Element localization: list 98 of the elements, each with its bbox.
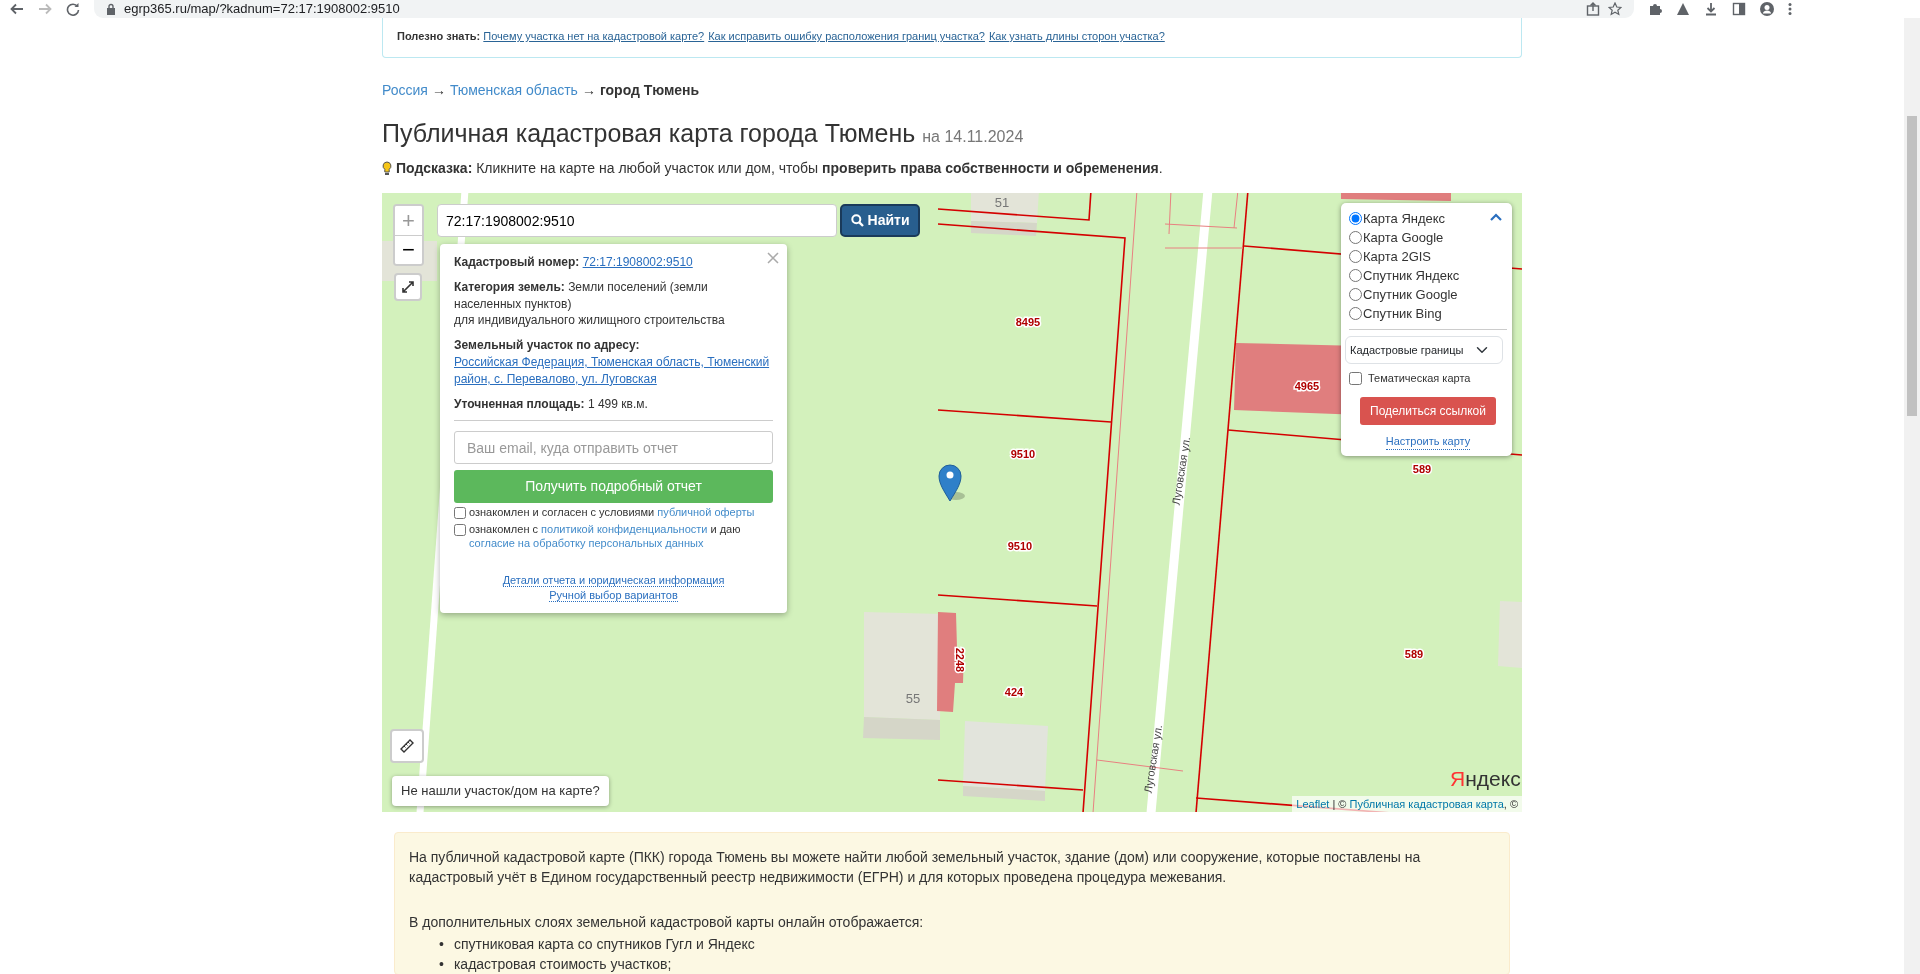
bullet-marker: • (439, 954, 444, 974)
menu-icon[interactable] (1788, 2, 1792, 16)
agreement-checkbox[interactable] (454, 524, 466, 537)
map-pin-icon[interactable] (938, 463, 966, 502)
breadcrumb-link[interactable]: Тюменская область (449, 81, 578, 98)
search-icon (850, 214, 864, 227)
star-icon[interactable] (1608, 2, 1622, 16)
plot-number-label: 589 (1412, 462, 1432, 475)
attribution-text: Leaflet | © Публичная кадастровая карта, © (1292, 795, 1522, 812)
not-found-button[interactable]: Не нашли участок/дом на карте? (392, 776, 609, 806)
breadcrumb-separator: → (581, 81, 596, 98)
download-icon[interactable] (1704, 2, 1718, 16)
breadcrumb-current: город Тюмень (599, 81, 700, 98)
street-name-label: Луговская ул. (1141, 723, 1165, 794)
layer-radio[interactable] (1349, 250, 1362, 263)
help-link[interactable]: Как исправить ошибку расположения границ участка? (708, 30, 985, 42)
page-date: на 14.11.2024 (922, 127, 1024, 145)
scrollbar[interactable] (1904, 18, 1920, 974)
house-number-label: 55 (905, 691, 921, 707)
breadcrumb-link[interactable]: Россия (382, 81, 428, 98)
attribution-link[interactable]: Публичная кадастровая карта (1349, 797, 1504, 810)
agreement-link[interactable]: публичной оферты (657, 506, 755, 519)
zoom-out-button[interactable]: − (395, 235, 422, 264)
address-bar[interactable]: egrp365.ru/map/?kadnum=72:17:1908002:9510 (94, 0, 1634, 18)
plot-number-label: 2248 (954, 647, 967, 673)
agreement-link[interactable]: политикой конфиденциальности (541, 523, 708, 536)
layer-option[interactable]: Карта 2GIS (1349, 247, 1507, 266)
plot-number-label: 9510 (1007, 539, 1033, 552)
layer-radio[interactable] (1349, 307, 1362, 320)
info-paragraph: В дополнительных слоях земельной кадастровой карты онлайн отображается: (409, 912, 925, 932)
building-shape (971, 193, 1039, 223)
overlay-select[interactable]: Кадастровые границы (1345, 336, 1503, 364)
info-list-item: спутниковая карта со спутников Гугл и Яндекс (453, 934, 755, 954)
hint-text: Подсказка: Кликните на карте на любой участок или дом, чтобы проверить права собственности и обременения. (396, 159, 1163, 178)
field-label: Кадастровый номер: (454, 255, 580, 269)
thematic-checkbox[interactable] (1349, 371, 1362, 385)
expand-arrows-icon (402, 281, 414, 293)
plot-number-label: 589 (1404, 647, 1424, 660)
help-link[interactable]: Почему участка нет на кадастровой карте? (483, 30, 705, 42)
field-link[interactable]: 72:17:1908002:9510 (582, 255, 693, 269)
house-number-label: 51 (994, 195, 1010, 211)
breadcrumb-separator: → (431, 81, 446, 98)
plot-number-label: 424 (1004, 685, 1024, 698)
fullscreen-button[interactable] (394, 273, 422, 301)
ruler-button[interactable] (390, 729, 424, 763)
field-link[interactable]: Российская Федерация, Тюменская область, Тюменский район, с. Перевалово, ул. Луговская (454, 354, 773, 388)
notice-label: Полезно знать: (397, 30, 481, 42)
url-text: egrp365.ru/map/?kadnum=72:17:1908002:9510 (124, 0, 400, 19)
search-field[interactable]: 72:17:1908002:9510 (437, 204, 837, 237)
details-link[interactable]: Ручной выбор вариантов (549, 589, 678, 602)
email-field[interactable]: Ваш email, куда отправить отчет (454, 431, 773, 465)
layer-option[interactable]: Спутник Google (1349, 285, 1507, 304)
field-text: Уточненная площадь: 1 499 кв.м. (454, 395, 649, 413)
reload-icon[interactable] (66, 2, 80, 16)
share-button[interactable]: Поделиться ссылкой (1360, 396, 1496, 425)
attribution-link[interactable]: Leaflet (1296, 797, 1330, 810)
street-name-label: Луговская ул. (1169, 435, 1193, 506)
lock-icon (106, 3, 116, 15)
plot-number-label: 4965 (1294, 379, 1320, 392)
agreement-text: ознакомлен и согласен с условиями публичной оферты (469, 506, 755, 521)
layer-radio[interactable] (1349, 288, 1362, 301)
page-title: Публичная кадастровая карта города Тюмень (382, 118, 916, 147)
share-icon[interactable] (1586, 2, 1600, 16)
layer-option[interactable]: Спутник Яндекс (1349, 266, 1507, 285)
plot-number-label: 8495 (1015, 315, 1041, 328)
plot-number-label: 9510 (1010, 447, 1036, 460)
thematic-option[interactable]: Тематическая карта (1349, 370, 1507, 387)
agreement-link[interactable]: согласие на обработку персональных данных (469, 536, 704, 549)
layer-radio[interactable] (1349, 212, 1362, 225)
scrollbar-thumb[interactable] (1907, 116, 1917, 416)
agreement-checkbox[interactable] (454, 507, 466, 520)
layer-radio[interactable] (1349, 231, 1362, 244)
building-shape (1498, 601, 1522, 668)
avatar-icon[interactable] (1760, 2, 1774, 16)
bullet-marker: • (439, 934, 444, 954)
layer-option[interactable]: Спутник Bing (1349, 304, 1507, 323)
layer-radio[interactable] (1349, 269, 1362, 282)
help-link[interactable]: Как узнать длины сторон участка? (988, 30, 1165, 42)
chevron-up-icon[interactable] (1490, 213, 1502, 221)
details-link[interactable]: Детали отчета и юридическая информация (502, 573, 725, 587)
back-arrow-icon[interactable] (10, 2, 24, 16)
field-text: Категория земель: Земли поселений (земли населенных пунктов) для индивидуального жилищного строительства (454, 278, 726, 330)
info-list-item: кадастровая стоимость участков; (453, 954, 672, 974)
layer-option[interactable]: Карта Яндекс (1349, 209, 1507, 228)
building-shade (971, 221, 1037, 236)
find-button[interactable]: Найти (840, 204, 920, 237)
map-logo: Яндекс (1449, 766, 1522, 792)
map-view[interactable] (382, 193, 1522, 812)
puzzle-icon[interactable] (1648, 2, 1662, 16)
layer-option[interactable]: Карта Google (1349, 228, 1507, 247)
field-label: Земельный участок по адресу: (454, 338, 640, 353)
sidebar-icon[interactable] (1732, 2, 1746, 16)
settings-link[interactable]: Настроить карту (1385, 432, 1471, 450)
info-paragraph: На публичной кадастровой карте (ПКК) города Тюмень вы можете найти любой земельный участок, здание (дом) или сооружение, которые поставлены на кадастровый учёт в Едином государственный реестр недвижимости (ЕГРН) и для которых проведена процедура межевания. (409, 848, 1422, 888)
lightbulb-icon (382, 161, 392, 176)
ruler-icon (400, 739, 414, 753)
triangle-icon[interactable] (1676, 2, 1690, 16)
agreement-text: ознакомлен с политикой конфиденциальности и даю согласие на обработку персональных данных (469, 523, 742, 551)
